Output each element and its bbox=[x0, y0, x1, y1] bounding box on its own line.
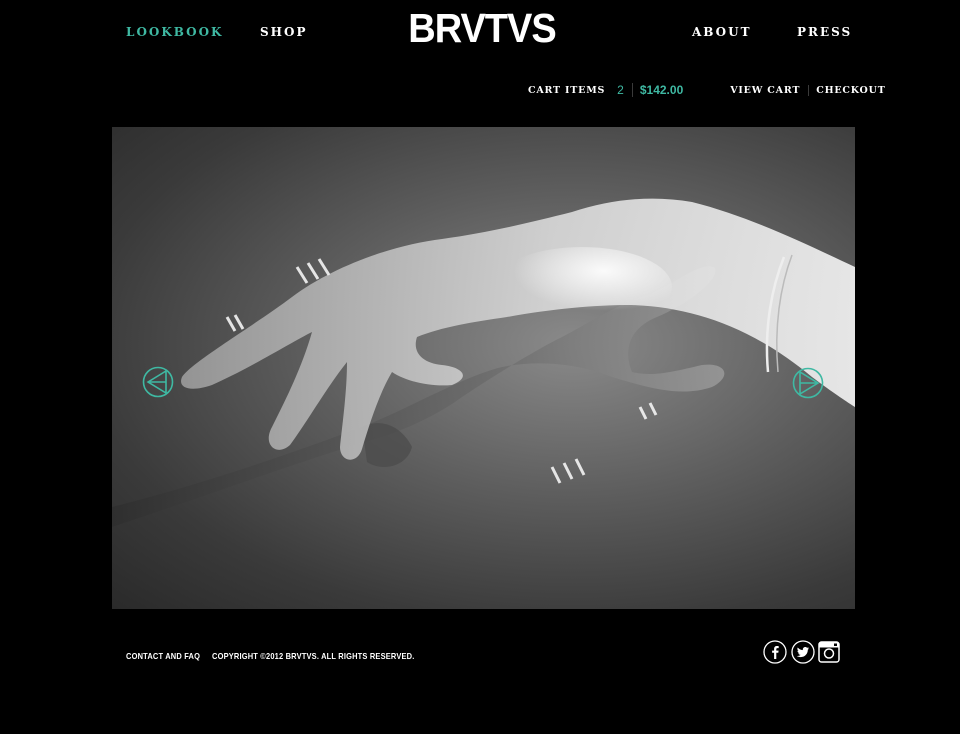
cart-total: $142.00 bbox=[639, 83, 684, 97]
cart-item-count: 2 bbox=[617, 83, 633, 97]
instagram-icon bbox=[818, 641, 840, 663]
facebook-icon bbox=[763, 640, 787, 664]
nav-press-link[interactable]: PRESS bbox=[797, 25, 852, 39]
top-nav: LOOKBOOK SHOP BRVTVS ABOUT PRESS bbox=[0, 0, 960, 70]
checkout-link[interactable]: CHECKOUT bbox=[816, 85, 885, 96]
facebook-link[interactable] bbox=[763, 640, 787, 664]
contact-faq-link[interactable]: CONTACT AND FAQ bbox=[126, 651, 200, 661]
instagram-link[interactable] bbox=[818, 641, 840, 663]
triangle-right-circle-icon bbox=[792, 367, 824, 399]
twitter-link[interactable] bbox=[791, 640, 815, 664]
hands-photo bbox=[112, 198, 855, 527]
cart-summary: CART ITEMS 2 $142.00 VIEW CART CHECKOUT bbox=[528, 82, 886, 98]
lookbook-hero-image bbox=[112, 127, 855, 609]
nav-about-link[interactable]: ABOUT bbox=[692, 25, 752, 39]
previous-slide-button[interactable] bbox=[142, 366, 174, 398]
triangle-left-circle-icon bbox=[142, 366, 174, 398]
twitter-icon bbox=[791, 640, 815, 664]
cart-items-label: CART ITEMS bbox=[528, 84, 606, 96]
copyright-text: COPYRIGHT ©2012 BRVTVS. ALL RIGHTS RESER… bbox=[212, 651, 415, 661]
view-cart-link[interactable]: VIEW CART bbox=[730, 84, 810, 96]
next-slide-button[interactable] bbox=[792, 367, 824, 399]
